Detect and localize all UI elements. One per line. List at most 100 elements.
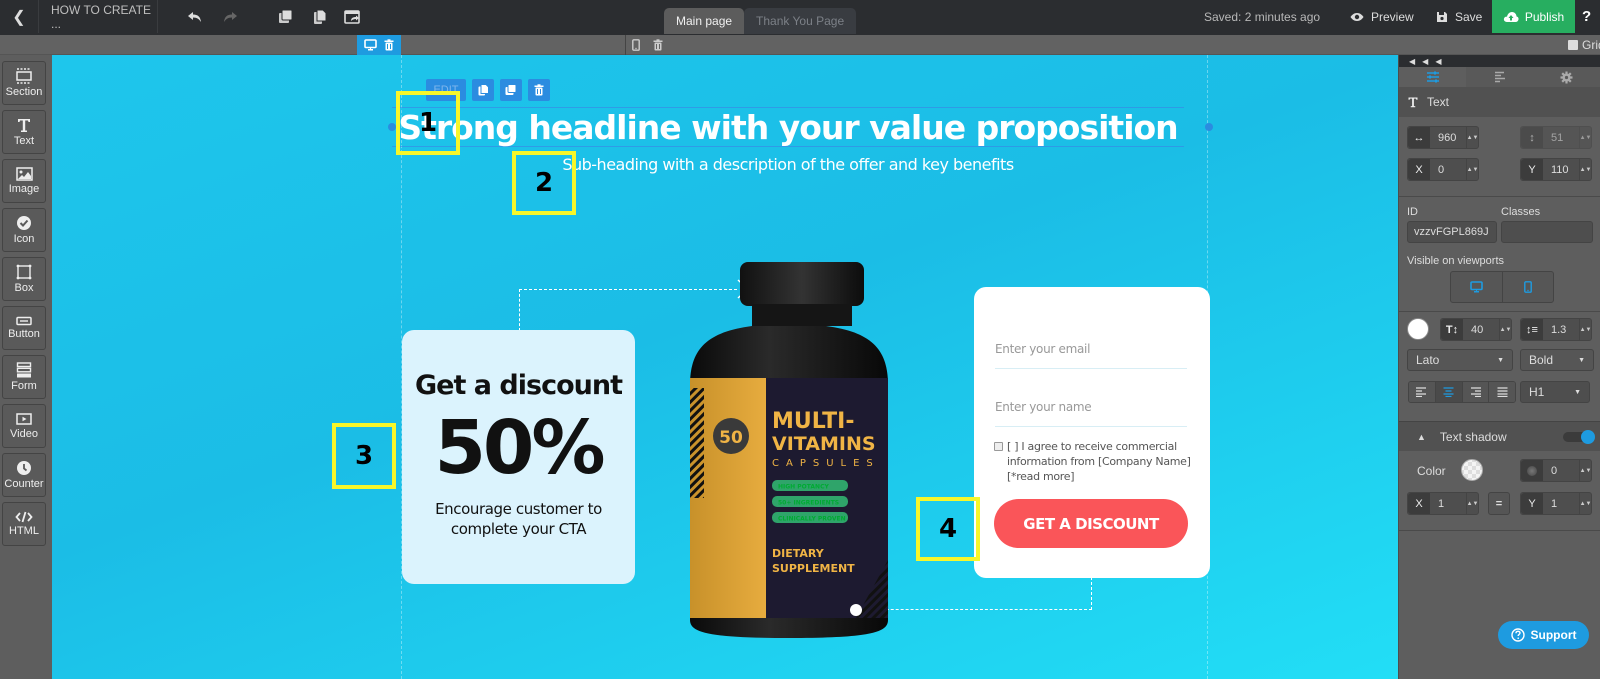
height-stepper[interactable]: ▲▼ [1579,127,1591,148]
properties-panel: ◀ ◀ ◀ Text ↔ 960 ▲▼ ↕ 51 ▲▼ X 0 ▲▼ Y 110… [1398,55,1600,679]
line-height-input[interactable]: ↕≡ 1.3 ▲▼ [1520,318,1592,341]
visible-mobile-toggle[interactable] [1503,272,1554,302]
mobile-viewport-toggle[interactable] [625,35,669,55]
panel-collapse-bar[interactable]: ◀ ◀ ◀ [1399,55,1600,67]
shadow-blur-stepper[interactable]: ▲▼ [1579,460,1591,481]
text-color-swatch[interactable] [1407,318,1429,340]
tool-html[interactable]: HTML [2,502,46,546]
font-size-value[interactable]: 40 [1463,324,1499,336]
classes-input[interactable] [1501,221,1593,243]
height-input[interactable]: ↕ 51 ▲▼ [1520,126,1592,149]
shadow-blur-input[interactable]: 0 ▲▼ [1520,459,1592,482]
arrow-left-icon[interactable]: ◀ [1422,57,1428,66]
subheading-text[interactable]: Sub-heading with a description of the of… [392,155,1184,174]
undo-button[interactable] [183,5,207,29]
tab-settings[interactable] [1533,67,1600,87]
help-button[interactable]: ? [1582,0,1591,33]
font-size-stepper[interactable]: ▲▼ [1499,319,1511,340]
tool-video[interactable]: Video [2,404,46,448]
shadow-y-value[interactable]: 1 [1543,498,1579,510]
link-xy-button[interactable]: = [1488,492,1510,515]
text-shadow-header[interactable]: ▲ Text shadow [1399,421,1600,451]
classes-label: Classes [1501,206,1541,218]
text-shadow-toggle[interactable] [1563,430,1595,444]
heading-level-select[interactable]: H1 ▼ [1520,381,1590,403]
y-input[interactable]: Y 110 ▲▼ [1520,158,1592,181]
tab-main-page[interactable]: Main page [664,8,745,34]
align-left-button[interactable] [1409,382,1436,402]
publish-button[interactable]: Publish [1492,0,1575,33]
line-height-value[interactable]: 1.3 [1543,324,1579,336]
width-arrows-icon: ↔ [1408,127,1430,148]
back-button[interactable]: ❮ [0,0,39,33]
editor-canvas[interactable]: EDIT Strong headline with your value pro… [52,55,1398,679]
tool-form[interactable]: Form [2,355,46,399]
consent-checkbox-row[interactable]: [ ] I agree to receive commercial inform… [994,439,1194,484]
x-input[interactable]: X 0 ▲▼ [1407,158,1479,181]
redo-button[interactable] [218,5,242,29]
align-center-button[interactable] [1435,382,1463,402]
width-stepper[interactable]: ▲▼ [1466,127,1478,148]
align-right-button[interactable] [1462,382,1490,402]
check-circle-icon [17,216,31,230]
copy-element-button[interactable] [472,79,494,101]
shadow-x-value[interactable]: 1 [1430,498,1466,510]
preview-button[interactable]: Preview [1350,0,1414,33]
tab-layers[interactable] [1466,67,1533,87]
arrow-left-icon[interactable]: ◀ [1435,57,1441,66]
text-icon [1408,97,1418,108]
button-icon [16,316,32,326]
tool-text[interactable]: Text [2,110,46,154]
name-field[interactable]: Enter your name [995,387,1187,427]
line-height-stepper[interactable]: ▲▼ [1579,319,1591,340]
tool-button[interactable]: Button [2,306,46,350]
tool-icon[interactable]: Icon [2,208,46,252]
shadow-x-input[interactable]: X 1 ▲▼ [1407,492,1479,515]
align-justify-button[interactable] [1489,382,1515,402]
shadow-x-stepper[interactable]: ▲▼ [1466,493,1478,514]
y-stepper[interactable]: ▲▼ [1579,159,1591,180]
resize-handle-right[interactable] [1205,123,1213,131]
x-value[interactable]: 0 [1430,164,1466,176]
grid-toggle[interactable]: Grid [1568,38,1600,52]
font-size-input[interactable]: T↕ 40 ▲▼ [1440,318,1512,341]
headline-text[interactable]: Strong headline with your value proposit… [392,107,1184,147]
tool-image[interactable]: Image [2,159,46,203]
y-value[interactable]: 110 [1543,164,1579,176]
share-button[interactable] [340,5,364,29]
font-family-select[interactable]: Lato ▼ [1407,349,1513,371]
arrow-left-icon[interactable]: ◀ [1409,57,1415,66]
copy-button[interactable] [308,5,332,29]
tool-counter[interactable]: Counter [2,453,46,497]
width-input[interactable]: ↔ 960 ▲▼ [1407,126,1479,149]
visible-desktop-toggle[interactable] [1451,272,1503,302]
get-discount-button[interactable]: GET A DISCOUNT [994,499,1188,548]
consent-checkbox[interactable] [994,442,1003,451]
tool-section[interactable]: Section [2,61,46,105]
undo-icon [188,12,201,22]
shadow-y-stepper[interactable]: ▲▼ [1579,493,1591,514]
id-input[interactable]: vzzvFGPL869J [1407,221,1497,243]
duplicate-element-button[interactable] [500,79,522,101]
shadow-blur-value[interactable]: 0 [1543,465,1579,477]
trash-icon[interactable] [653,39,663,51]
discount-card[interactable]: Get a discount 50% Encourage customer to… [402,330,635,584]
x-stepper[interactable]: ▲▼ [1466,159,1478,180]
email-field[interactable]: Enter your email [995,329,1187,369]
font-weight-select[interactable]: Bold ▼ [1520,349,1594,371]
shadow-y-input[interactable]: Y 1 ▲▼ [1520,492,1592,515]
shadow-color-swatch[interactable] [1461,459,1483,481]
tool-box[interactable]: Box [2,257,46,301]
grid-checkbox[interactable] [1568,40,1578,50]
width-value[interactable]: 960 [1430,132,1466,144]
delete-element-button[interactable] [528,79,550,101]
save-button[interactable]: Save [1436,0,1482,33]
height-value[interactable]: 51 [1543,132,1579,144]
save-status: Saved: 2 minutes ago [1204,9,1321,24]
trash-icon[interactable] [384,39,394,51]
tab-properties[interactable] [1399,67,1466,87]
duplicate-button[interactable] [274,5,298,29]
tab-thank-you-page[interactable]: Thank You Page [744,8,857,34]
support-button[interactable]: Support [1498,621,1589,649]
desktop-viewport-toggle[interactable] [357,35,401,55]
